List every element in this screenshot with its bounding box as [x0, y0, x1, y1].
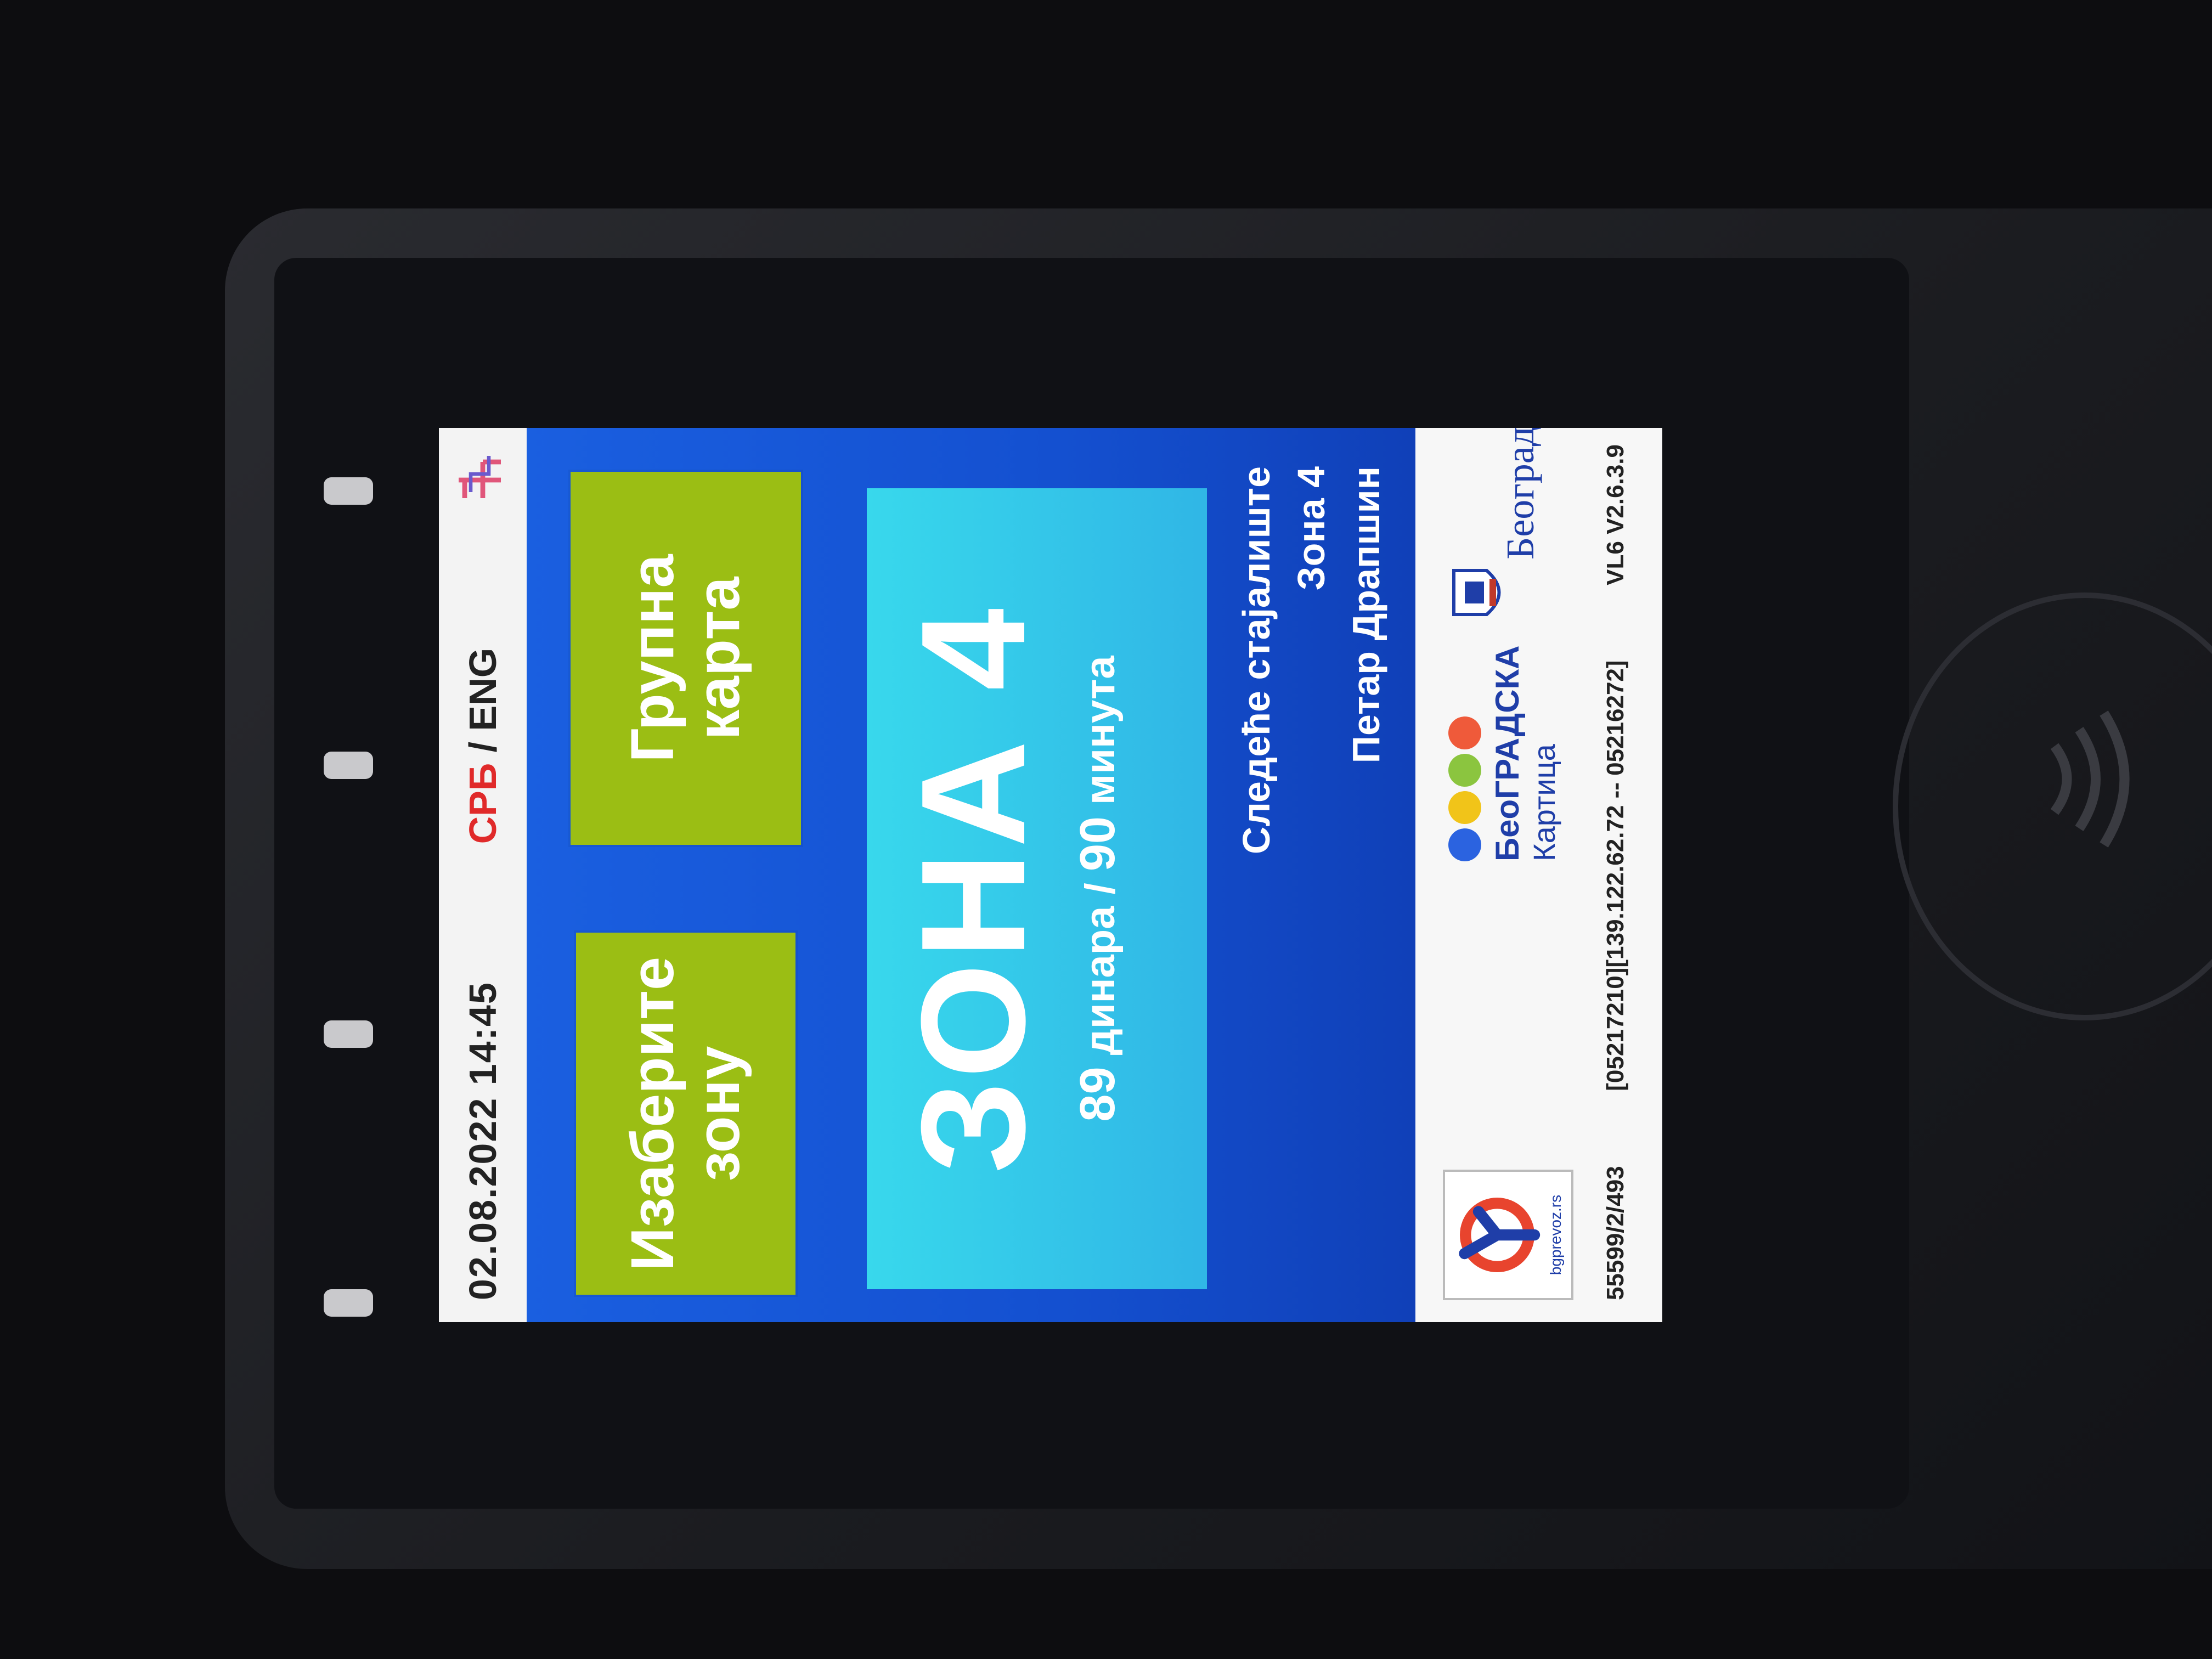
beograd-logo: Београд	[1437, 428, 1580, 620]
footer-panel: bgprevoz.rs БеоГРАДСКА Картица Београд 5…	[1415, 428, 1662, 1322]
top-bar: 02.08.2022 14:45 СРБ / ENG	[439, 428, 527, 1322]
green-dot	[1448, 754, 1481, 787]
bgprevoz-url: bgprevoz.rs	[1547, 1194, 1564, 1276]
main-panel: Изаберите зону Групна карта ЗОНА 4 89 ди…	[527, 428, 1415, 1322]
bgprevoz-icon	[1459, 1198, 1541, 1272]
bezel-clip	[324, 1020, 373, 1048]
next-stop-info: Следеће стајалиште Зона 4 Петар Драпшин	[1229, 466, 1393, 1322]
device-id: 55599/2/493	[1602, 1166, 1629, 1300]
contactless-icon	[2050, 710, 2130, 848]
beograd-wordmark: Београд	[1498, 428, 1542, 560]
choose-zone-button[interactable]: Изаберите зону	[576, 933, 795, 1295]
kartica-dots	[1448, 646, 1484, 861]
city-pattern-icon	[459, 456, 501, 499]
zone-price-unit: динара /	[1077, 883, 1124, 1056]
footer-ids: 55599/2/493 [05217210][139.122.62.72 -- …	[1602, 444, 1629, 1300]
zone-price-time: 89 динара / 90 минута	[1070, 488, 1126, 1289]
zone-time-unit: минута	[1077, 656, 1124, 805]
lang-eng[interactable]: ENG	[461, 648, 504, 731]
kartica-line2: Картица	[1527, 744, 1561, 861]
beograd-coat-of-arms-icon	[1452, 569, 1501, 616]
validator-screen: 02.08.2022 14:45 СРБ / ENG Изаберите зон…	[439, 428, 1662, 1322]
zone-price: 89	[1070, 1066, 1125, 1122]
next-stop-zone: Зона 4	[1290, 466, 1333, 591]
lang-separator: /	[461, 731, 504, 763]
bezel-clip	[324, 752, 373, 779]
group-ticket-label: Групна карта	[619, 554, 752, 763]
network-info: [05217210][139.122.62.72 -- 05216272]	[1602, 660, 1629, 1091]
zone-time: 90	[1070, 816, 1125, 872]
group-ticket-button[interactable]: Групна карта	[571, 472, 801, 845]
choose-zone-label: Изаберите зону	[619, 956, 752, 1271]
blue-dot	[1448, 828, 1481, 861]
kartica-line1: БеоГРАДСКА	[1489, 645, 1526, 862]
red-dot	[1448, 716, 1481, 749]
language-switch[interactable]: СРБ / ENG	[461, 648, 505, 844]
beogradska-kartica-logo: БеоГРАДСКА Картица	[1448, 645, 1562, 862]
datetime: 02.08.2022 14:45	[461, 981, 504, 1300]
bezel-clip	[324, 1289, 373, 1317]
bezel-clip	[324, 477, 373, 505]
yellow-dot	[1448, 791, 1481, 824]
zone-ticket-card[interactable]: ЗОНА 4 89 динара / 90 минута	[867, 488, 1207, 1289]
lang-srb[interactable]: СРБ	[461, 763, 504, 844]
screen-viewport: 02.08.2022 14:45 СРБ / ENG Изаберите зон…	[439, 428, 1662, 1322]
next-stop-name: Петар Драпшин	[1345, 466, 1387, 764]
next-stop-label: Следеће стајалиште	[1235, 466, 1278, 855]
zone-title: ЗОНА 4	[891, 603, 1056, 1174]
software-version: VL6 V2.6.3.9	[1602, 444, 1629, 585]
bgprevoz-logo: bgprevoz.rs	[1443, 1170, 1573, 1300]
